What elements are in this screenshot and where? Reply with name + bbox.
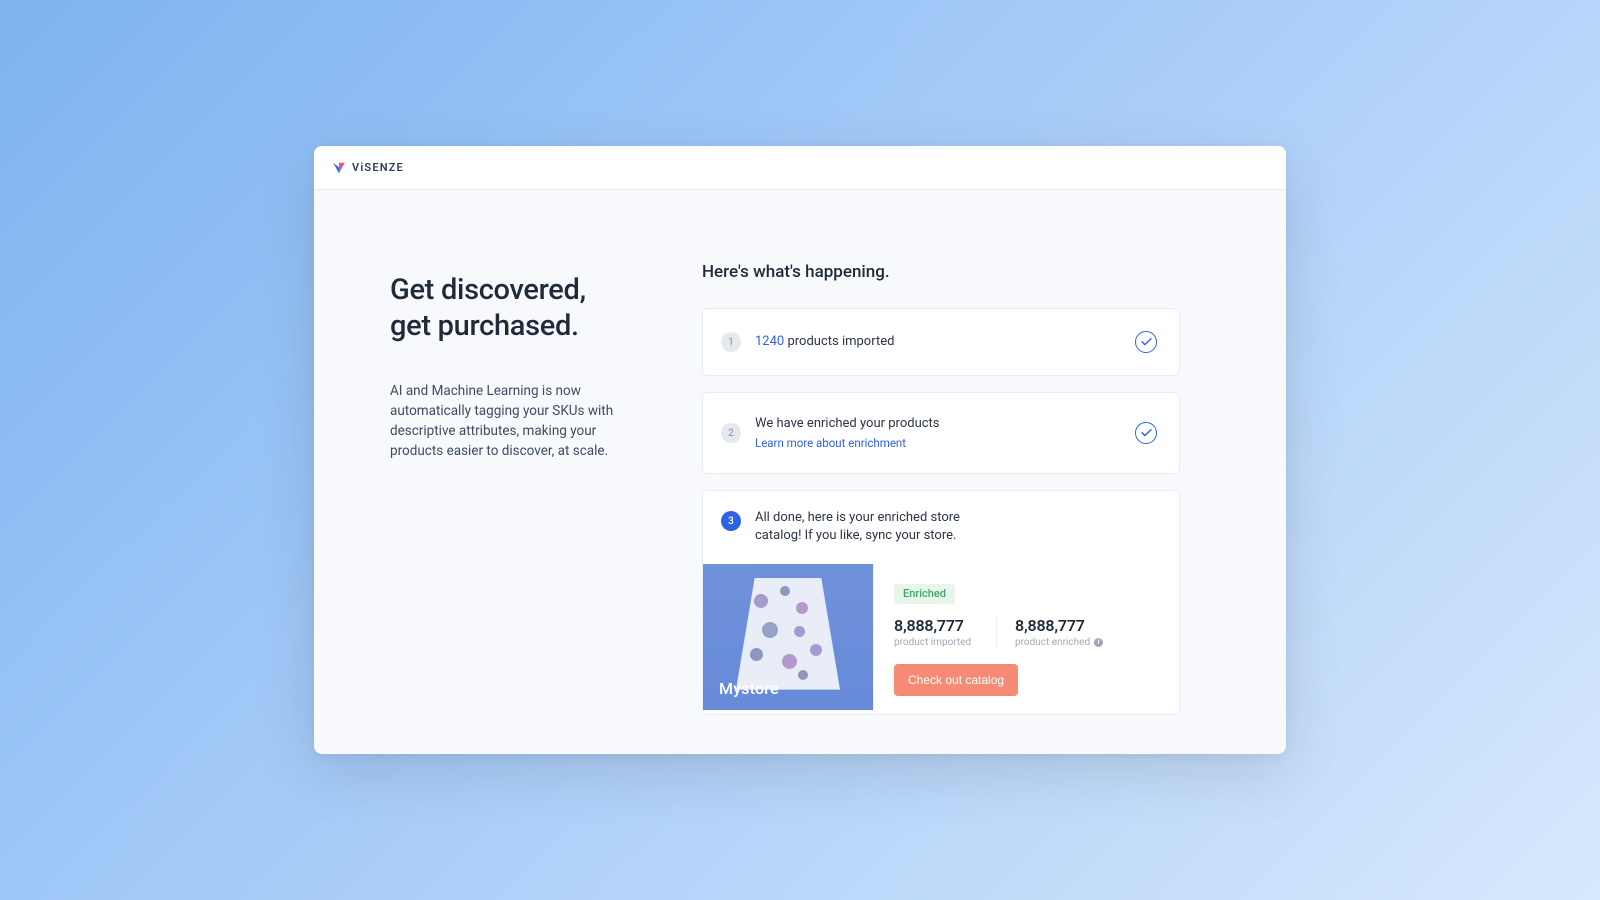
stat-enriched-value: 8,888,777	[1015, 616, 1103, 635]
step2-text: We have enriched your products Learn mor…	[755, 415, 1121, 451]
brand-name: ViSENZE	[352, 161, 404, 174]
page-description: AI and Machine Learning is now automatic…	[390, 381, 650, 462]
brand-logo[interactable]: ViSENZE	[332, 161, 404, 175]
check-icon	[1135, 422, 1157, 444]
product-image-placeholder	[736, 578, 840, 690]
intro-column: Get discovered, get purchased. AI and Ma…	[390, 262, 650, 731]
enriched-text: We have enriched your products	[755, 416, 940, 431]
imported-suffix: products imported	[787, 334, 894, 349]
check-icon	[1135, 331, 1157, 353]
step-number-badge: 3	[721, 511, 741, 531]
stat-imported-value: 8,888,777	[894, 616, 994, 635]
stat-imported-label: product imported	[894, 637, 994, 648]
stat-imported: 8,888,777 product imported	[894, 616, 994, 648]
store-thumbnail[interactable]: Mystore	[703, 564, 873, 710]
app-window: ViSENZE Get discovered, get purchased. A…	[314, 146, 1286, 754]
step-number-badge: 1	[721, 332, 741, 352]
brand-mark-icon	[332, 161, 346, 175]
activity-subtitle: Here's what's happening.	[702, 262, 1180, 282]
activity-column: Here's what's happening. 1 1240 products…	[702, 262, 1180, 731]
learn-more-link[interactable]: Learn more about enrichment	[755, 435, 1121, 451]
step-card-catalog: 3 All done, here is your enriched store …	[702, 490, 1180, 714]
imported-count[interactable]: 1240	[755, 334, 784, 349]
step-number-badge: 2	[721, 423, 741, 443]
content-area: Get discovered, get purchased. AI and Ma…	[314, 190, 1286, 731]
headline-line-2: get purchased.	[390, 308, 650, 344]
step1-text: 1240 products imported	[755, 333, 1121, 351]
headline-line-1: Get discovered,	[390, 272, 650, 308]
status-badge: Enriched	[894, 584, 955, 604]
check-out-catalog-button[interactable]: Check out catalog	[894, 664, 1018, 696]
step3-text: All done, here is your enriched store ca…	[755, 509, 985, 545]
store-stats: Enriched 8,888,777 product imported 8,88…	[873, 564, 1179, 714]
stat-enriched: 8,888,777 product enriched i	[996, 616, 1103, 648]
stat-enriched-label: product enriched	[1015, 637, 1090, 648]
store-name-label: Mystore	[719, 679, 779, 698]
page-headline: Get discovered, get purchased.	[390, 272, 650, 345]
info-icon[interactable]: i	[1094, 638, 1103, 647]
step-card-enriched: 2 We have enriched your products Learn m…	[702, 392, 1180, 474]
topbar: ViSENZE	[314, 146, 1286, 190]
store-panel: Mystore Enriched 8,888,777 product impor…	[703, 564, 1179, 714]
step-card-imported: 1 1240 products imported	[702, 308, 1180, 376]
